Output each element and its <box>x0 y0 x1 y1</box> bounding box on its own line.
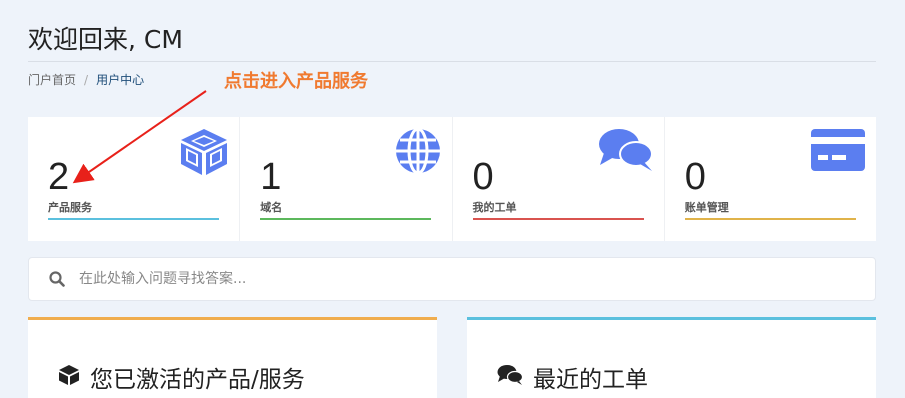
page-header: 欢迎回来, CM <box>28 22 876 62</box>
panel-tickets: 最近的工单 <box>467 317 876 398</box>
stat-domains-bar <box>260 218 432 220</box>
stat-tickets[interactable]: 0 我的工单 <box>453 117 665 241</box>
annotation-text: 点击进入产品服务 <box>224 71 368 92</box>
breadcrumb-home-link[interactable]: 门户首页 <box>28 71 76 88</box>
stat-products[interactable]: 2 产品服务 <box>28 117 241 241</box>
search-input[interactable] <box>79 259 875 299</box>
search-bar <box>28 257 876 301</box>
stats-row: 2 产品服务 1 域名 0 我的工单 0 账单管理 <box>28 117 876 241</box>
stat-billing-value: 0 <box>684 156 706 198</box>
stat-domains[interactable]: 1 域名 <box>240 117 453 241</box>
stat-billing[interactable]: 0 账单管理 <box>665 117 876 241</box>
search-icon <box>49 271 65 287</box>
stat-billing-label: 账单管理 <box>684 201 729 214</box>
comments-icon <box>598 127 654 177</box>
stat-tickets-value: 0 <box>472 156 494 198</box>
breadcrumb-separator: / <box>84 72 89 87</box>
stat-tickets-label: 我的工单 <box>472 201 517 214</box>
cube-icon <box>179 127 229 181</box>
stat-domains-label: 域名 <box>260 201 283 214</box>
stat-tickets-bar <box>472 218 644 220</box>
comments-icon <box>497 364 524 390</box>
globe-icon <box>394 127 442 179</box>
panel-products-header: 您已激活的产品/服务 <box>58 360 305 394</box>
cube-icon <box>58 364 80 390</box>
stat-domains-value: 1 <box>260 156 282 198</box>
credit-card-icon <box>810 127 866 177</box>
panel-tickets-title: 最近的工单 <box>533 367 648 393</box>
stat-billing-bar <box>684 218 856 220</box>
page-title: 欢迎回来, CM <box>28 25 183 54</box>
breadcrumb-current: 用户中心 <box>96 73 145 87</box>
breadcrumb: 门户首页 / 用户中心 <box>28 71 144 88</box>
stat-products-label: 产品服务 <box>48 201 92 214</box>
stat-products-value: 2 <box>48 156 70 198</box>
panel-products-title: 您已激活的产品/服务 <box>90 367 305 393</box>
panel-products: 您已激活的产品/服务 <box>28 317 437 398</box>
stat-products-bar <box>48 218 219 220</box>
panel-tickets-header: 最近的工单 <box>497 360 648 394</box>
